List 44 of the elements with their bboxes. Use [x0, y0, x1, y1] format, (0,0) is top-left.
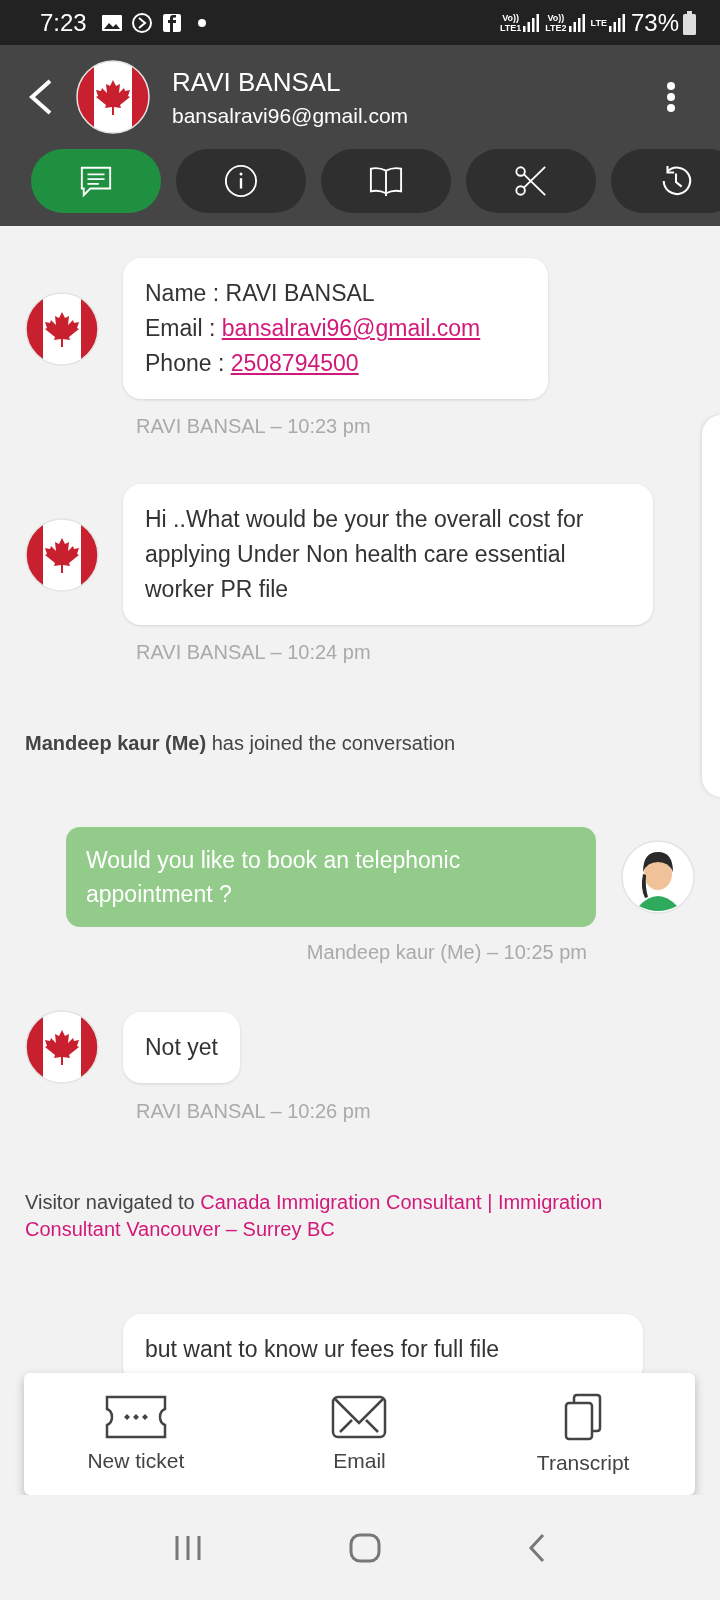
action-button[interactable]: New ticket [35, 1395, 236, 1473]
message-bubble: Hi ..What would be your the overall cost for applying Under Non health care essential worker PR file [123, 484, 653, 625]
info-icon [224, 164, 258, 198]
sync-icon [130, 11, 153, 34]
card-label: Name : RAVI BANSAL [145, 280, 375, 306]
tab[interactable] [611, 149, 720, 213]
contact-name: RAVI BANSAL [172, 66, 342, 98]
network-label: Vo)) LTE1 [499, 12, 522, 33]
page-link[interactable]: Consultant Vancouver – Surrey BC [25, 1218, 335, 1240]
message-meta: RAVI BANSAL – 10:26 pm [136, 1100, 372, 1123]
ticket-icon [104, 1395, 167, 1439]
message-bubble: Not yet [123, 1011, 240, 1083]
signal-icon [523, 13, 540, 32]
chat-icon [79, 164, 113, 198]
copy-icon [563, 1393, 604, 1441]
message-meta: Mandeep kaur (Me) – 10:25 pm [305, 941, 587, 964]
card-link[interactable]: bansalravi96@gmail.com [221, 315, 481, 341]
message-meta: RAVI BANSAL – 10:23 pm [136, 415, 372, 438]
more-menu-button[interactable] [666, 81, 676, 113]
home-button[interactable] [349, 1532, 381, 1563]
network-label: Vo)) LTE2 [545, 12, 567, 33]
message-bubble: Would you like to book an telephonic appointment ? [66, 827, 596, 927]
card-label: Phone : [145, 350, 226, 376]
card-link[interactable]: 2508794500 [230, 350, 359, 376]
battery-percent: 73% [630, 8, 679, 37]
email-icon [331, 1395, 388, 1439]
signal-icon [608, 13, 625, 32]
status-time: 7:23 [40, 8, 87, 37]
contact-email: bansalravi96@gmail.com [172, 103, 410, 128]
signal-icon [568, 13, 585, 32]
battery-icon [683, 10, 696, 35]
network-label: LTE [590, 17, 607, 28]
action-button[interactable]: Transcript [483, 1393, 684, 1475]
back-nav-button[interactable] [527, 1532, 547, 1563]
navigation-notice: Visitor navigated to [25, 1191, 196, 1213]
scissors-icon [514, 164, 548, 198]
message-meta: RAVI BANSAL – 10:24 pm [136, 641, 372, 664]
recent-apps-button[interactable] [173, 1533, 203, 1562]
page-link[interactable]: Canada Immigration Consultant | Immigration [200, 1191, 603, 1213]
system-message: Mandeep kaur (Me) has joined the conversation [25, 732, 457, 755]
app-notification-icon [160, 11, 183, 34]
action-button[interactable]: Email [259, 1395, 460, 1473]
book-icon [369, 164, 403, 198]
card-label: Email : [145, 315, 217, 341]
